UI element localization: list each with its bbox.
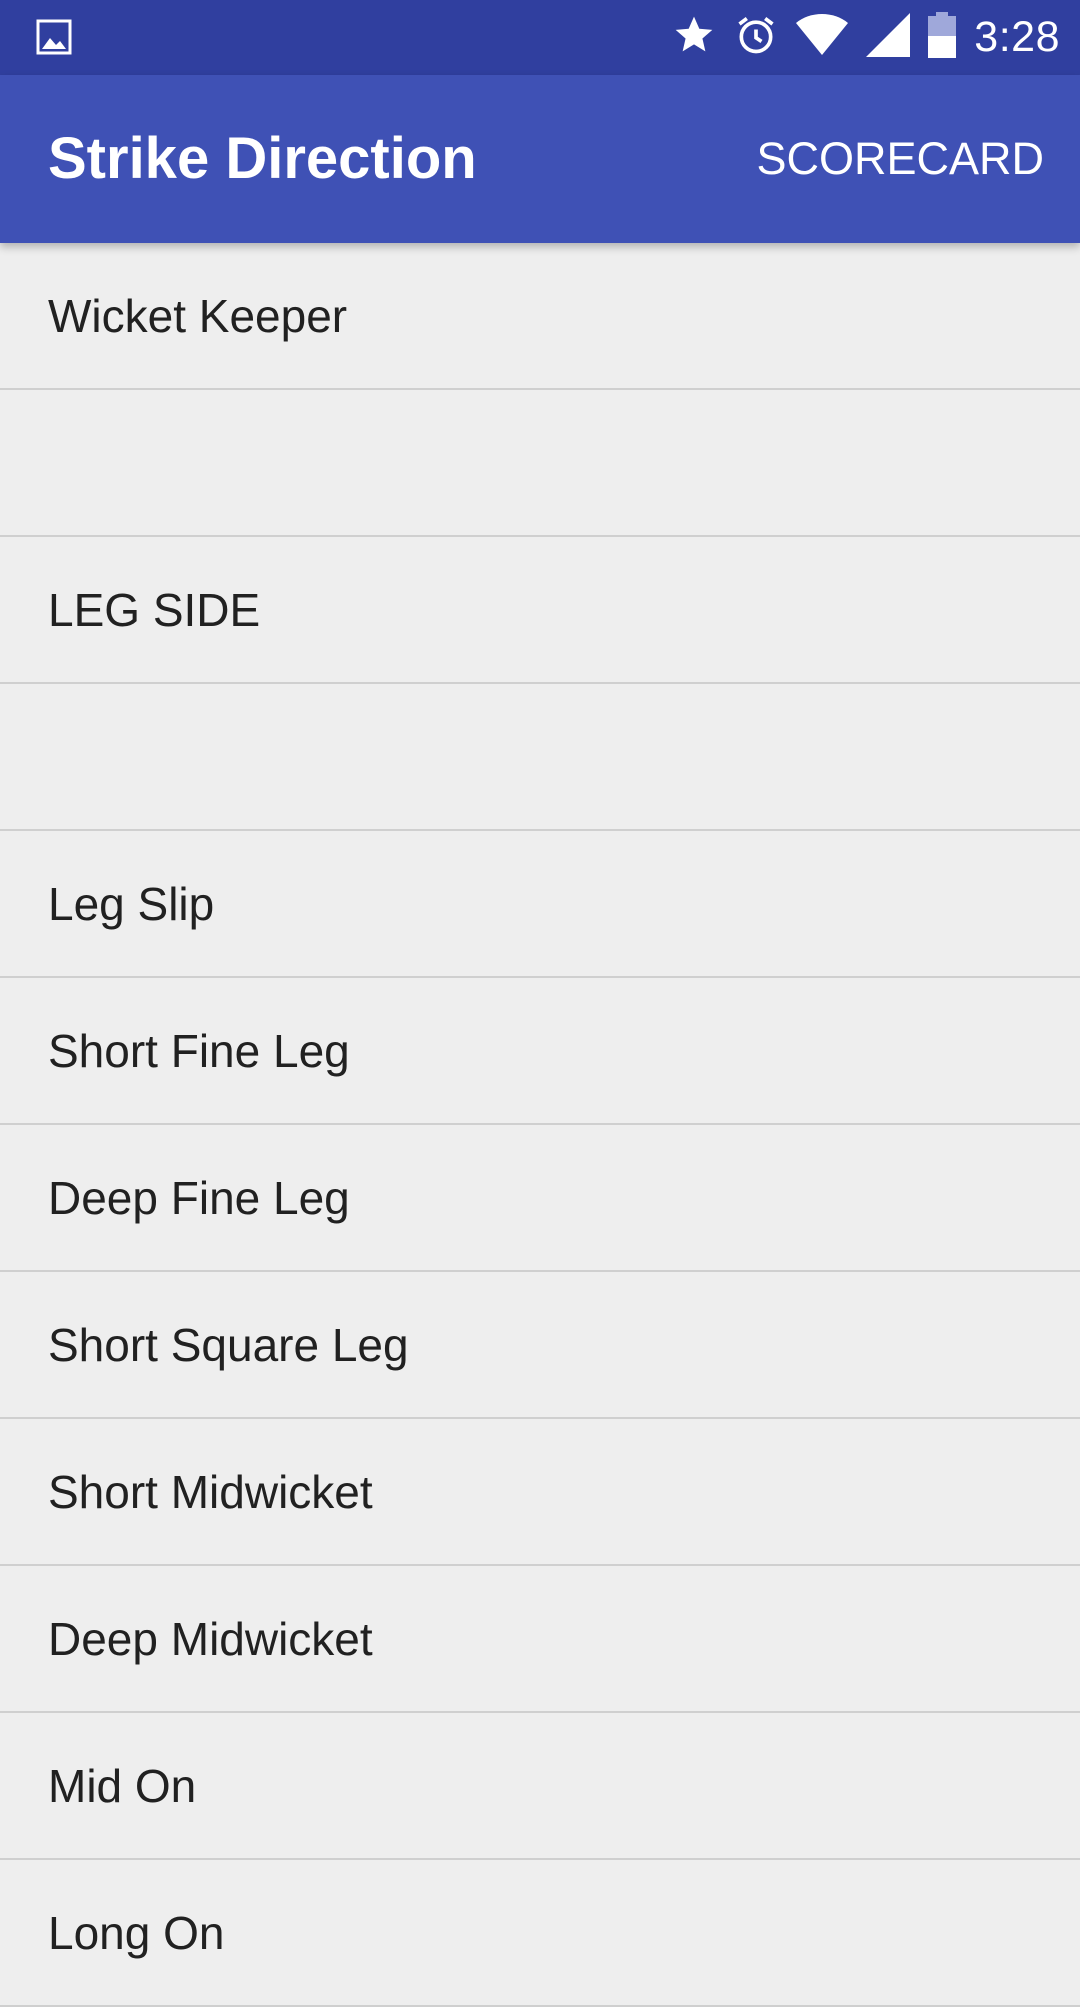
list-item-blank[interactable]: [0, 684, 1080, 831]
status-time: 3:28: [974, 13, 1060, 61]
battery-icon: [928, 12, 957, 63]
status-bar: 3:28: [0, 0, 1080, 75]
list-item-deep-fine-leg[interactable]: Deep Fine Leg: [0, 1125, 1080, 1272]
scorecard-button[interactable]: SCORECARD: [756, 75, 1044, 243]
list-item-short-fine-leg[interactable]: Short Fine Leg: [0, 978, 1080, 1125]
list-item-long-on[interactable]: Long On: [0, 1860, 1080, 2007]
strike-direction-list: Wicket Keeper LEG SIDE Leg Slip Short Fi…: [0, 243, 1080, 2007]
star-icon: [672, 13, 716, 62]
list-item-short-midwicket[interactable]: Short Midwicket: [0, 1419, 1080, 1566]
list-item-wicket-keeper[interactable]: Wicket Keeper: [0, 243, 1080, 390]
wifi-icon: [796, 13, 849, 62]
list-item-short-square-leg[interactable]: Short Square Leg: [0, 1272, 1080, 1419]
alarm-icon: [734, 13, 778, 62]
app-bar: Strike Direction SCORECARD: [0, 75, 1080, 243]
image-icon: [36, 19, 72, 55]
list-item-leg-side[interactable]: LEG SIDE: [0, 537, 1080, 684]
list-item-deep-midwicket[interactable]: Deep Midwicket: [0, 1566, 1080, 1713]
signal-icon: [866, 13, 911, 62]
page-title: Strike Direction: [48, 126, 477, 191]
list-item-leg-slip[interactable]: Leg Slip: [0, 831, 1080, 978]
list-item-mid-on[interactable]: Mid On: [0, 1713, 1080, 1860]
list-item-blank[interactable]: [0, 390, 1080, 537]
status-icons: 3:28: [672, 0, 1060, 75]
